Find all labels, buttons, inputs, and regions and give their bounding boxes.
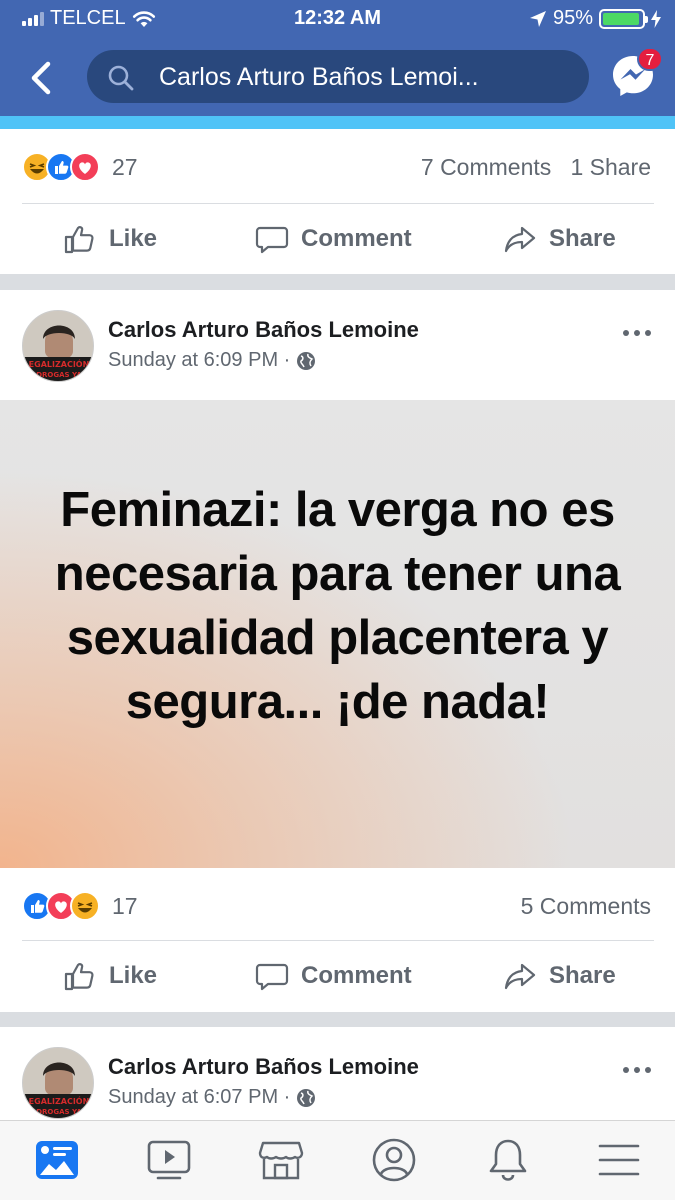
messenger-badge: 7	[637, 47, 663, 71]
more-options-button[interactable]	[619, 1060, 655, 1080]
location-arrow-icon	[529, 10, 546, 27]
post-card-previous: 27 7 Comments 1 Share Like Comment Share	[0, 129, 675, 274]
like-button[interactable]: Like	[63, 204, 157, 274]
battery-group: 95%	[529, 7, 661, 30]
search-icon	[108, 65, 134, 91]
marketplace-icon	[258, 1141, 304, 1180]
loading-bar	[0, 116, 675, 129]
news-feed-icon	[36, 1141, 78, 1179]
tab-profile[interactable]	[369, 1135, 419, 1185]
comments-shares[interactable]: 7 Comments 1 Share	[421, 154, 651, 181]
share-arrow-icon	[504, 963, 536, 990]
comment-label: Comment	[301, 225, 412, 252]
share-count[interactable]: 1 Share	[570, 154, 651, 180]
thumbs-up-icon	[64, 226, 94, 254]
comment-label: Comment	[301, 962, 412, 989]
post-meta[interactable]: Sunday at 6:07 PM ·	[108, 1086, 316, 1109]
search-query: Carlos Arturo Baños Lemoi...	[159, 63, 479, 91]
tab-watch[interactable]	[144, 1135, 194, 1185]
battery-percent: 95%	[552, 7, 593, 29]
svg-text:DROGAS YA: DROGAS YA	[36, 371, 82, 379]
post-card-next: EGALIZACIÓN DROGAS YA Carlos Arturo Baño…	[0, 1027, 675, 1120]
battery-icon	[599, 8, 648, 29]
post-header: EGALIZACIÓN DROGAS YA Carlos Arturo Baño…	[0, 290, 675, 400]
tab-notifications[interactable]	[483, 1135, 533, 1185]
comment-button[interactable]: Comment	[255, 204, 412, 274]
share-button[interactable]: Share	[503, 941, 616, 1011]
share-label: Share	[549, 962, 616, 989]
top-header: TELCEL 12:32 AM 95% Carlos Arturo Baños …	[0, 0, 675, 116]
post-footer: 17 5 Comments Like Comment Share	[0, 868, 675, 1012]
haha-reaction-icon	[70, 891, 100, 921]
author-name[interactable]: Carlos Arturo Baños Lemoine	[108, 1054, 419, 1080]
profile-icon	[372, 1138, 416, 1182]
reaction-summary[interactable]: 17	[22, 888, 138, 924]
action-bar: Like Comment Share	[0, 941, 675, 1011]
author-avatar[interactable]: EGALIZACIÓN DROGAS YA	[22, 310, 94, 382]
share-button[interactable]: Share	[503, 204, 616, 274]
post-timestamp[interactable]: Sunday at 6:07 PM ·	[108, 1086, 290, 1109]
comment-icon	[255, 226, 289, 254]
comment-count[interactable]: 5 Comments	[521, 893, 651, 920]
share-label: Share	[549, 225, 616, 252]
author-name[interactable]: Carlos Arturo Baños Lemoine	[108, 317, 419, 343]
reaction-summary[interactable]: 27	[22, 149, 138, 185]
avatar-photo: EGALIZACIÓN DROGAS YA	[23, 311, 93, 381]
thumbs-up-icon	[64, 963, 94, 991]
watch-icon	[147, 1140, 191, 1180]
status-bar: TELCEL 12:32 AM 95%	[0, 0, 675, 36]
love-reaction-icon	[70, 152, 100, 182]
tab-news-feed[interactable]	[32, 1135, 82, 1185]
svg-text:EGALIZACIÓN: EGALIZACIÓN	[29, 358, 90, 369]
notifications-icon	[489, 1139, 527, 1181]
share-arrow-icon	[504, 226, 536, 253]
like-button[interactable]: Like	[63, 941, 157, 1011]
like-label: Like	[109, 225, 158, 252]
bottom-tab-bar	[0, 1120, 675, 1200]
svg-text:EGALIZACIÓN: EGALIZACIÓN	[29, 1095, 90, 1106]
avatar-photo: EGALIZACIÓN DROGAS YA	[23, 1048, 93, 1118]
like-label: Like	[109, 962, 158, 989]
post-timestamp[interactable]: Sunday at 6:09 PM ·	[108, 349, 290, 372]
comment-icon	[255, 963, 289, 991]
reaction-count: 27	[112, 153, 138, 180]
search-input[interactable]: Carlos Arturo Baños Lemoi...	[87, 50, 589, 103]
author-avatar[interactable]: EGALIZACIÓN DROGAS YA	[22, 1047, 94, 1119]
globe-icon	[297, 351, 316, 370]
globe-icon	[297, 1088, 316, 1107]
more-options-button[interactable]	[619, 323, 655, 343]
charging-bolt-icon	[651, 9, 661, 28]
menu-icon	[598, 1144, 640, 1176]
post-image-text: Feminazi: la verga no es necesaria para …	[54, 483, 621, 729]
tab-menu[interactable]	[594, 1135, 644, 1185]
tab-marketplace[interactable]	[256, 1135, 306, 1185]
back-button[interactable]	[20, 56, 64, 100]
comment-button[interactable]: Comment	[255, 941, 412, 1011]
action-bar: Like Comment Share	[0, 204, 675, 274]
svg-text:DROGAS YA: DROGAS YA	[36, 1108, 82, 1116]
comment-count[interactable]: 7 Comments	[421, 154, 551, 180]
post-meta[interactable]: Sunday at 6:09 PM ·	[108, 349, 316, 372]
reaction-count: 17	[112, 892, 138, 919]
